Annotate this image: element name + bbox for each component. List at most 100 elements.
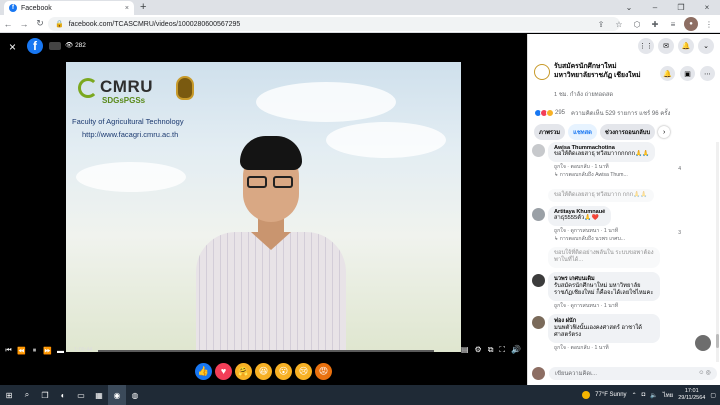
my-avatar[interactable] [532, 366, 545, 380]
tab-close-icon[interactable]: × [125, 5, 129, 12]
comment-share-counts[interactable]: ความคิดเห็น 529 รายการ แชร์ 96 ครั้ง [571, 108, 670, 118]
browser-menu-icon[interactable]: ⋮ [702, 17, 716, 31]
live-indicator-icon[interactable]: ▬ [54, 348, 67, 355]
comment-actions[interactable]: ถูกใจ · ดูการสนทนา · 1 นาที [554, 227, 717, 235]
page-title[interactable]: รับสมัครนักศึกษาใหม่ มหาวิทยาลัยราชภัฏ เ… [554, 63, 644, 80]
windows-taskbar: ⊞ ⌕ ❐ ◐ ▭ ▦ ◉ ◍ 77°F Sunny ⌃ ◘ 🔈 ไทย 17:… [0, 385, 720, 405]
skip-back-icon[interactable]: ⏮ [2, 347, 15, 355]
reading-list-icon[interactable]: ≡ [666, 17, 680, 31]
comment-reaction-count[interactable]: 3 [678, 230, 681, 236]
clock[interactable]: 17:01 29/11/2564 [678, 388, 705, 402]
network-icon[interactable]: ◘ [642, 392, 646, 398]
mini-player-icon[interactable]: ⧉ [488, 345, 494, 355]
speaker-icon[interactable]: 🔈 [650, 392, 657, 399]
messenger-icon[interactable]: ✉ [658, 38, 674, 54]
language-indicator[interactable]: ไทย [663, 390, 674, 400]
chevron-right-icon[interactable]: › [658, 126, 671, 138]
reply-thread-link[interactable]: ↳ การตอบกลับถึง นวพร เกศบ... [554, 235, 717, 243]
bell-icon[interactable]: 🔔 [660, 66, 675, 81]
task-view-icon[interactable]: ❐ [36, 385, 54, 405]
page-live-link[interactable]: ถ่ายทอดสด [585, 92, 614, 98]
share-icon[interactable]: ⇪ [594, 17, 608, 31]
comment-item: ฟอง ฝนัก มนพตัวฟิงนั้นเองคงศาสตร์ อาชาใด้… [532, 313, 717, 352]
url-text[interactable]: facebook.com/TCASCMRU/videos/10002806005… [69, 21, 241, 28]
commenter-name[interactable]: ฟอง ฝนัก [554, 317, 654, 325]
sad-reaction-icon[interactable]: 😢 [295, 362, 312, 380]
comment-actions[interactable]: ถูกใจ · ดูการสนทนา · 1 นาที [554, 302, 717, 310]
back-icon[interactable]: ← [0, 19, 16, 29]
progress-bar[interactable] [98, 350, 434, 352]
haha-reaction-icon[interactable]: 😆 [255, 362, 272, 380]
captions-icon[interactable]: ▤ [461, 345, 469, 355]
commenter-avatar[interactable] [532, 273, 545, 287]
account-chevron-icon[interactable]: ⌄ [698, 38, 714, 54]
extensions-puzzle-icon[interactable]: ✚ [648, 17, 662, 31]
commenter-avatar[interactable] [532, 144, 545, 157]
profile-avatar[interactable]: ● [684, 17, 698, 31]
comment-actions[interactable]: ถูกใจ · ตอบกลับ · 1 นาที [554, 163, 717, 171]
emoji-camera-icons[interactable]: ☺ ◎ [698, 370, 711, 376]
edge-browser-icon[interactable]: ◐ [54, 385, 72, 405]
close-viewer-icon[interactable]: × [9, 40, 16, 54]
rewind-icon[interactable]: ⏪ [15, 347, 28, 355]
menu-grid-icon[interactable]: ⋮⋮ [638, 38, 654, 54]
notifications-bell-icon[interactable]: 🔔 [678, 38, 694, 54]
love-reaction-icon[interactable]: ♥ [215, 362, 232, 380]
settings-gear-icon[interactable]: ⚙ [475, 345, 482, 355]
line-app-icon[interactable]: ◍ [126, 385, 144, 405]
new-tab-button[interactable]: + [140, 1, 146, 14]
reload-icon[interactable]: ↻ [32, 18, 48, 29]
weather-text[interactable]: 77°F Sunny [595, 392, 626, 398]
search-icon[interactable]: ⌕ [18, 385, 36, 405]
commenter-avatar[interactable] [532, 208, 545, 221]
save-icon[interactable]: ▣ [680, 66, 695, 81]
wow-reaction-icon[interactable]: 😮 [275, 362, 292, 380]
notifications-icon[interactable]: ▢ [710, 392, 716, 399]
powerpoint-icon[interactable]: ▦ [90, 385, 108, 405]
forward-icon[interactable]: → [16, 19, 32, 29]
comment-actions[interactable]: ถูกใจ · ตอบกลับ · 1 นาที [554, 344, 717, 352]
tab-overview[interactable]: ภาพรวม [534, 124, 566, 140]
tab-replay[interactable]: ช่วงการถอนกลับบ [599, 124, 656, 140]
start-windows-icon[interactable]: ⊞ [0, 385, 18, 405]
reaction-summary-icons[interactable] [534, 109, 554, 117]
page-avatar[interactable] [534, 64, 550, 80]
commenter-name[interactable]: นวพร เกศบนเดิม [554, 275, 654, 283]
tab-title: Facebook [21, 4, 52, 12]
fast-forward-icon[interactable]: ⏩ [41, 347, 54, 355]
presenter-shirt [196, 232, 346, 352]
window-close-button[interactable]: × [694, 3, 720, 12]
fullscreen-icon[interactable]: ⛶ [499, 345, 505, 355]
care-reaction-icon[interactable]: 🤗 [235, 362, 252, 380]
comment-bubble: ขอให้ติดเลยสาธุ ทวีสมาาก กกก🙏🙏 [548, 188, 654, 202]
tray-chevron-icon[interactable]: ⌃ [632, 392, 637, 399]
navigation-bar: ← → ↻ 🔒 facebook.com/TCASCMRU/videos/100… [0, 15, 720, 33]
tab-live-chat[interactable]: แชทสด [568, 124, 597, 140]
video-frame[interactable]: CMRU SDGsPGSs Faculty of Agricultural Te… [66, 62, 461, 352]
comment-input[interactable]: เขียนความคิดเ... ☺ ◎ [549, 366, 717, 380]
address-bar[interactable]: 🔒 facebook.com/TCASCMRU/videos/100028060… [48, 17, 620, 31]
tab-search-icon[interactable]: ⌄ [616, 3, 642, 12]
lock-icon[interactable]: 🔒 [55, 20, 64, 28]
chrome-icon[interactable]: ◉ [108, 385, 126, 405]
more-options-icon[interactable]: ⋯ [700, 66, 715, 81]
bookmark-star-icon[interactable]: ☆ [612, 17, 626, 31]
panel-scrollbar[interactable] [716, 142, 719, 362]
browser-tab[interactable]: f Facebook × [4, 1, 134, 15]
browser-toolbar-icons: ⇪ ☆ ⬡ ✚ ≡ ● ⋮ [594, 17, 716, 31]
commenter-avatar-floating[interactable] [694, 334, 712, 352]
page-time: 1 ชม. [554, 92, 569, 98]
like-reaction-icon[interactable]: 👍 [195, 362, 212, 380]
comment-reaction-count[interactable]: 4 [678, 166, 681, 172]
file-explorer-icon[interactable]: ▭ [72, 385, 90, 405]
minimize-button[interactable]: – [642, 3, 668, 12]
volume-icon[interactable]: 🔊 [511, 345, 521, 355]
pause-icon[interactable]: ⏸ [28, 347, 41, 355]
commenter-avatar[interactable] [532, 315, 545, 329]
facebook-logo-icon[interactable]: f [27, 38, 43, 54]
extension-icon[interactable]: ⬡ [630, 17, 644, 31]
angry-reaction-icon[interactable]: 😡 [315, 362, 332, 380]
reaction-count[interactable]: 295 [555, 110, 565, 116]
reply-thread-link[interactable]: ↳ การตอบกลับถึง Awisa Thum... [554, 171, 717, 179]
maximize-button[interactable]: ❐ [668, 3, 694, 12]
